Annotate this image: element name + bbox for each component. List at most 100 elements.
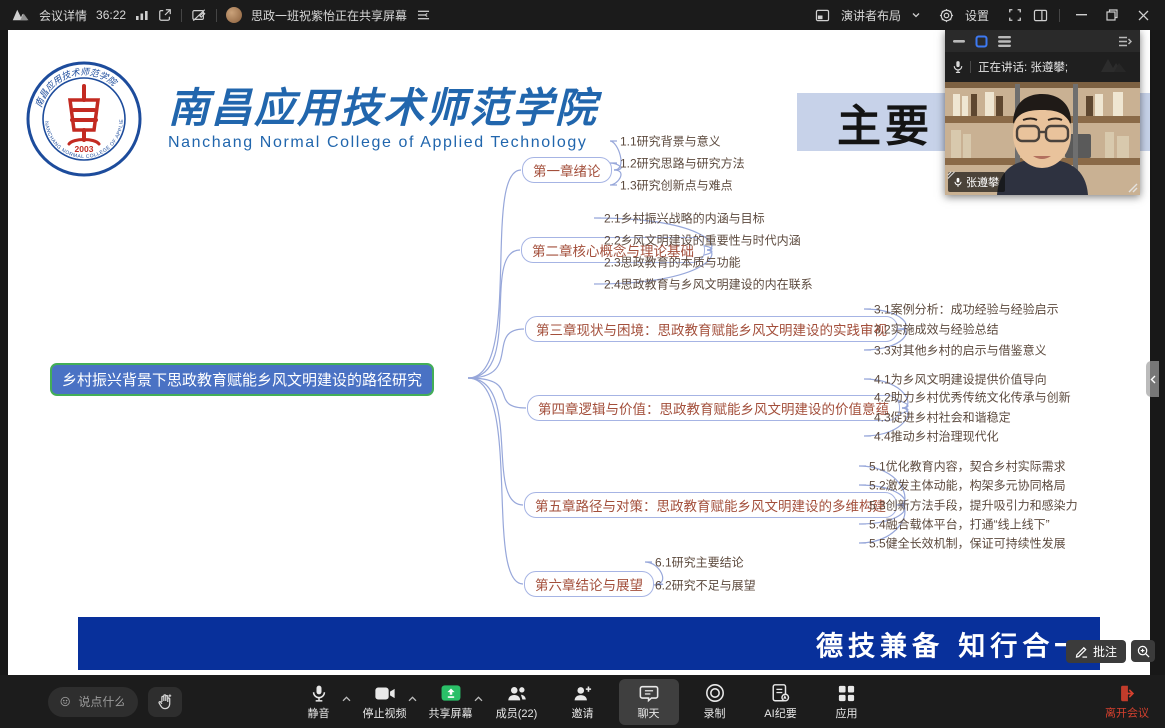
ai-notes-icon (771, 682, 790, 704)
annotate-button[interactable]: 批注 (1066, 640, 1126, 663)
watermark-logo-icon (1100, 56, 1134, 79)
divider (216, 9, 217, 22)
mindmap-branch-node: 第五章路径与对策：思政教育赋能乡风文明建设的多维构建 (524, 492, 897, 518)
toolbar-button-label: 共享屏幕 (429, 705, 473, 721)
mindmap-sub-item: 4.1为乡风文明建设提供价值导向 (874, 371, 1047, 388)
mindmap-root-node: 乡村振兴背景下思政教育赋能乡风文明建设的路径研究 (50, 363, 434, 396)
mindmap-sub-item: 1.3研究创新点与难点 (620, 177, 733, 194)
minimize-button[interactable] (1071, 5, 1091, 25)
toolbar-button-label: AI纪要 (764, 705, 796, 721)
toolbar-button-label: 邀请 (572, 705, 594, 721)
open-external-icon[interactable] (158, 8, 172, 22)
apps-button[interactable]: 应用 (817, 679, 877, 725)
restore-button[interactable] (1102, 5, 1122, 25)
share-list-icon[interactable] (416, 9, 431, 21)
leave-meeting-label: 离开会议 (1105, 704, 1149, 720)
invite-icon (572, 682, 593, 704)
leave-meeting-button[interactable]: 离开会议 (1105, 683, 1149, 720)
mindmap-sub-item: 6.2研究不足与展望 (655, 577, 756, 594)
mindmap-connector (468, 250, 520, 378)
mindmap-sub-item: 4.3促进乡村社会和谐稳定 (874, 409, 1011, 426)
speaking-status-row: 正在讲话: 张遵攀; (945, 52, 1140, 82)
chat-icon (639, 682, 659, 704)
divider (1059, 9, 1060, 22)
toolbar-button-label: 聊天 (638, 705, 660, 721)
mindmap-sub-item: 5.3创新方法手段，提升吸引力和感染力 (869, 497, 1078, 514)
annotate-label: 批注 (1093, 643, 1117, 660)
settings-button[interactable]: 设置 (965, 7, 989, 24)
layout-mode-selector[interactable]: 演讲者布局 (841, 7, 901, 24)
raise-hand-button[interactable] (148, 687, 182, 717)
toolbar-button-label: 成员(22) (496, 705, 538, 721)
mindmap-sub-item: 5.2激发主体动能，构架多元协同格局 (869, 477, 1066, 494)
minimize-videos-icon[interactable] (953, 40, 965, 43)
toolbar-button-label: 静音 (308, 705, 330, 721)
motto-text: 德技兼备 知行合一 (816, 624, 1086, 663)
mindmap-sub-item: 3.2实施成效与经验总结 (874, 321, 999, 338)
speaker-video[interactable]: 张遵攀 (945, 82, 1140, 195)
share-screen-icon (440, 682, 462, 704)
record-button[interactable]: 录制 (685, 679, 745, 725)
leave-meeting-icon (1117, 683, 1137, 703)
smiley-icon (60, 694, 70, 709)
chat-button[interactable]: 聊天 (619, 679, 679, 725)
magnifier-button[interactable] (1131, 640, 1155, 662)
sharing-status-text: 思政一班祝紫怡正在共享屏幕 (251, 7, 407, 24)
pen-icon (1075, 645, 1088, 658)
chevron-up-icon[interactable] (342, 689, 351, 707)
chevron-up-icon[interactable] (408, 689, 417, 707)
mindmap-branch-node: 第一章绪论 (522, 157, 612, 183)
mindmap-connector (468, 170, 521, 378)
ai-notes-button[interactable]: AI纪要 (751, 679, 811, 725)
network-signal-icon[interactable] (135, 9, 149, 21)
divider (181, 9, 182, 22)
annotation-disabled-icon[interactable] (191, 8, 207, 22)
mute-button[interactable]: 静音 (289, 679, 349, 725)
quick-chat-pill[interactable] (48, 687, 138, 717)
mindmap-branch-node: 第四章逻辑与价值：思政教育赋能乡风文明建设的价值意蕴 (527, 395, 900, 421)
video-panel: 正在讲话: 张遵攀; (945, 30, 1140, 195)
mindmap-sub-item: 1.1研究背景与意义 (620, 133, 721, 150)
invite-button[interactable]: 邀请 (553, 679, 613, 725)
fullscreen-icon[interactable] (1008, 8, 1022, 22)
toolbar-button-label: 应用 (836, 705, 858, 721)
bottom-toolbar: 静音 停止视频 共享屏幕 成员(22) 邀请 聊天 录制 AI纪要 应用 离开会议 (0, 675, 1165, 728)
mic-icon (309, 682, 329, 704)
mindmap-sub-item: 4.4推动乡村治理现代化 (874, 428, 999, 445)
chevron-up-icon[interactable] (474, 689, 483, 707)
meeting-details-link[interactable]: 会议详情 (39, 7, 87, 24)
video-panel-controls (945, 30, 1140, 52)
quick-chat-input[interactable] (76, 694, 126, 710)
participant-name: 张遵攀 (966, 174, 999, 190)
gear-icon[interactable] (939, 8, 954, 23)
resize-handle-icon[interactable] (947, 171, 957, 181)
sidebar-collapse-tab[interactable] (1146, 361, 1159, 397)
layout-icon (815, 9, 830, 22)
side-panel-icon[interactable] (1033, 9, 1048, 22)
collapse-panel-icon[interactable] (1118, 36, 1132, 47)
members-button[interactable]: 成员(22) (487, 679, 547, 725)
thumbnail-layout-icon[interactable] (975, 35, 988, 48)
motto-bar: 德技兼备 知行合一 (78, 617, 1100, 670)
mindmap-sub-item: 5.1优化教育内容，契合乡村实际需求 (869, 458, 1066, 475)
mindmap-sub-item: 5.4融合载体平台，打通“线上线下” (869, 516, 1050, 533)
mindmap-branch-node: 第六章结论与展望 (524, 571, 654, 597)
mindmap-sub-item: 2.3思政教育的本质与功能 (604, 254, 741, 271)
toolbar-button-label: 录制 (704, 705, 726, 721)
chevron-down-icon[interactable] (912, 12, 920, 18)
mindmap-sub-item: 4.2助力乡村优秀传统文化传承与创新 (874, 389, 1071, 406)
title-bar: 会议详情 36:22 思政一班祝紫怡正在共享屏幕 演讲者布局 (0, 0, 1165, 30)
speaking-status-text: 正在讲话: 张遵攀; (978, 59, 1068, 75)
mic-icon (953, 60, 963, 74)
list-layout-icon[interactable] (998, 36, 1011, 47)
stop-video-button[interactable]: 停止视频 (355, 679, 415, 725)
members-icon (506, 682, 528, 704)
close-button[interactable] (1133, 5, 1153, 25)
toolbar-button-label: 停止视频 (363, 705, 407, 721)
mindmap-sub-item: 2.4思政教育与乡风文明建设的内在联系 (604, 276, 813, 293)
mindmap-sub-item: 3.3对其他乡村的启示与借鉴意义 (874, 342, 1047, 359)
share-screen-button[interactable]: 共享屏幕 (421, 679, 481, 725)
resize-handle-icon[interactable] (1126, 181, 1138, 193)
mindmap-branch-node: 第三章现状与困境：思政教育赋能乡风文明建设的实践审视 (525, 316, 898, 342)
record-icon (705, 682, 725, 704)
